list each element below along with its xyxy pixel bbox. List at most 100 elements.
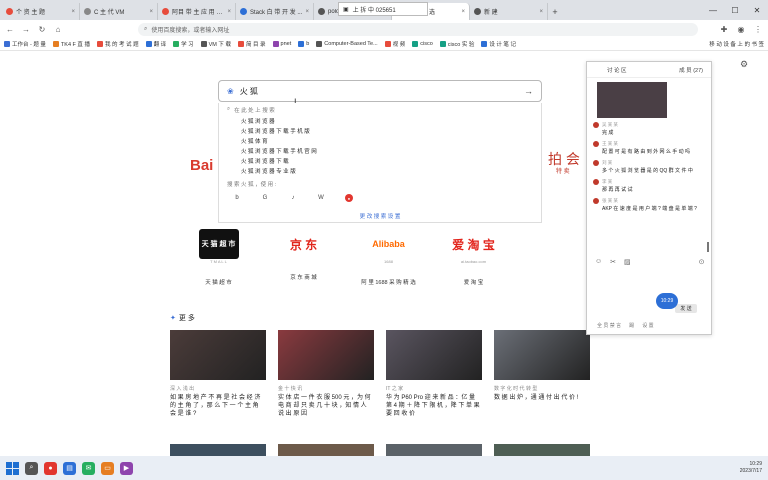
tab-2[interactable]: 阿目 带 主 应 用 app 开 户 ...× — [158, 3, 236, 20]
reload-icon[interactable]: ↻ — [36, 23, 48, 35]
gear-icon[interactable]: ⚙ — [740, 59, 748, 70]
extensions-icon[interactable]: ✚ — [718, 23, 730, 35]
chat-tab-discussion[interactable]: 讨 论 区 — [607, 66, 627, 74]
news-card[interactable] — [494, 444, 590, 456]
chat-control[interactable]: 全 员 禁 言 — [597, 322, 621, 329]
timer-badge[interactable]: 10:29 — [656, 293, 678, 309]
news-title[interactable]: 华 为 P60 Pro 迎 来 新 品 ：亿 量 第 4 期 ＋ 降 下 限 机… — [386, 394, 482, 418]
minimize-icon[interactable]: — — [702, 0, 724, 20]
forward-icon[interactable]: → — [20, 23, 32, 35]
browser-app-icon[interactable]: ● — [44, 461, 57, 475]
news-card[interactable] — [170, 444, 266, 456]
pin-icon[interactable]: ⊙ — [699, 258, 705, 266]
suggestion-item[interactable]: 火 狐 浏 览 器 下 载 手 机 官 网 — [227, 147, 533, 157]
shortcut-tile[interactable]: Alibaba 1688 阿 里 1688 采 购 精 选 — [346, 229, 431, 289]
maximize-icon[interactable]: ☐ — [724, 0, 746, 20]
menu-icon[interactable]: ⋮ — [752, 23, 764, 35]
close-icon[interactable]: × — [227, 9, 231, 15]
search-engine-icon[interactable]: ♪ — [289, 194, 297, 202]
bookmark-item[interactable]: 设 计 笔 记 — [481, 40, 516, 48]
suggestion-item[interactable]: 火 狐 浏 览 器 下 载 手 机 版 — [227, 127, 533, 137]
shortcut-tile[interactable]: 爱 淘 宝 ai.taobao.com 爱 淘 宝 — [431, 229, 516, 289]
home-icon[interactable]: ⌂ — [52, 23, 64, 35]
news-card[interactable]: 数 字 化 时 代 转 型数 据 出 炉 ，通 通 付 出 代 价 ! — [494, 330, 590, 418]
shortcut-tile[interactable]: 天 猫 超 市T M A L L天 猫 超 市 — [176, 229, 261, 289]
close-icon[interactable]: × — [461, 9, 465, 15]
news-card[interactable]: IT 之 家华 为 P60 Pro 迎 来 新 品 ：亿 量 第 4 期 ＋ 降… — [386, 330, 482, 418]
back-icon[interactable]: ← — [4, 23, 16, 35]
profile-icon[interactable]: ◉ — [735, 23, 747, 35]
chat-control[interactable]: 设 置 — [642, 322, 653, 329]
close-icon[interactable]: × — [71, 9, 75, 15]
close-icon[interactable]: × — [539, 9, 543, 15]
news-thumbnail[interactable] — [494, 444, 590, 456]
bookmark-item[interactable]: pnet — [272, 41, 291, 47]
tab-3[interactable]: Stack 白 带 开 发 ... × — [236, 3, 314, 20]
system-clock[interactable]: 10:29 2023/7/17 — [740, 461, 762, 475]
news-thumbnail[interactable] — [386, 330, 482, 380]
news-thumbnail[interactable] — [170, 444, 266, 456]
news-title[interactable]: 实 体 店 一 件 衣 服 500 元 ，为 何 电 商 却 只 卖 几 十 块… — [278, 394, 374, 418]
start-icon[interactable] — [6, 461, 19, 475]
scissors-icon[interactable]: ✂ — [610, 258, 616, 266]
tab-1[interactable]: C 主 代 VM × — [80, 3, 158, 20]
bookmark-item[interactable]: TK4 F 直 播 — [52, 40, 90, 48]
bookmark-item[interactable]: 简 目 录 — [237, 40, 266, 48]
search-engine-icon[interactable]: W — [317, 194, 325, 202]
arrow-right-icon[interactable]: → — [524, 86, 533, 96]
news-card[interactable] — [278, 444, 374, 456]
news-card[interactable] — [386, 444, 482, 456]
bookmark-item[interactable]: cisco 实 验 — [439, 40, 474, 48]
emoji-icon[interactable]: ☺ — [595, 258, 602, 266]
media-app-icon[interactable]: ▶ — [120, 461, 133, 475]
bookmark-item[interactable]: 翻 译 — [145, 40, 166, 48]
news-card[interactable]: 深 入 浅 出如 果 房 地 产 不 再 是 社 会 经 济 的 主 角 了 ，… — [170, 330, 266, 418]
new-tab-button[interactable]: + — [548, 3, 562, 20]
bookmark-item[interactable]: cisco — [412, 41, 433, 47]
chat-member-count[interactable]: 成 员 (27) — [679, 66, 703, 74]
bookmark-item[interactable]: 我 的 考 试 题 — [96, 40, 139, 48]
chat-scrollbar[interactable] — [707, 242, 709, 252]
chat-app-icon[interactable]: ✉ — [82, 461, 95, 475]
suggestion-item[interactable]: 火 狐 浏 览 器 — [227, 117, 533, 127]
search-input[interactable]: ❀ 火 狐 → — [218, 80, 542, 102]
bookmark-item[interactable]: b — [298, 41, 309, 47]
search-engine-icon[interactable]: ● — [345, 194, 353, 202]
news-thumbnail[interactable] — [170, 330, 266, 380]
suggestion-item[interactable]: 火 狐 体 育 — [227, 137, 533, 147]
address-bar[interactable]: ⌕ 使用百度搜索，或者输入网址 — [138, 22, 698, 36]
news-title[interactable]: 如 果 房 地 产 不 再 是 社 会 经 济 的 主 角 了 ，那 么 下 一… — [170, 394, 266, 418]
chat-control[interactable]: 踢 — [629, 322, 634, 329]
bookmark-item[interactable]: 视 频 — [384, 40, 405, 48]
close-icon[interactable]: ✕ — [746, 0, 768, 20]
suggestion-item[interactable]: 火 狐 浏 览 器 下 载 — [227, 157, 533, 167]
tab-6[interactable]: 新 建 × — [470, 3, 548, 20]
close-icon[interactable]: × — [305, 9, 309, 15]
close-icon[interactable]: × — [149, 9, 153, 15]
news-thumbnail[interactable] — [386, 444, 482, 456]
news-thumbnail[interactable] — [278, 330, 374, 380]
send-button[interactable]: 发 送 — [675, 304, 697, 313]
explorer-app-icon[interactable]: ▤ — [63, 461, 76, 475]
tab-0[interactable]: 个 资 主 题 × — [2, 3, 80, 20]
mobile-bookmarks[interactable]: 移 动 设 备 上 的 书 签 — [709, 40, 764, 48]
news-thumbnail[interactable] — [278, 444, 374, 456]
shortcut-tile[interactable]: 京 东京 东 商 城 — [261, 229, 346, 289]
suggestion-item[interactable]: 火 狐 浏 览 器 专 业 版 — [227, 167, 533, 177]
bookmark-item[interactable]: 学 习 — [173, 40, 194, 48]
video-preview[interactable] — [597, 82, 667, 118]
screen-share-banner[interactable]: ▣ 上 拆 中 025651 — [338, 2, 428, 16]
search-engine-icon[interactable]: G — [261, 194, 269, 202]
image-icon[interactable]: ▨ — [624, 258, 631, 266]
news-title[interactable]: 数 据 出 炉 ，通 通 付 出 代 价 ! — [494, 394, 590, 402]
bookmark-item[interactable]: Computer-Based Te... — [316, 41, 378, 47]
folder-app-icon[interactable]: ▭ — [101, 461, 114, 475]
bookmark-item[interactable]: VM 下 载 — [200, 40, 231, 48]
news-thumbnail[interactable] — [494, 330, 590, 380]
search-icon[interactable]: ⌕ — [25, 461, 38, 475]
news-card[interactable]: 金 十 快 讯实 体 店 一 件 衣 服 500 元 ，为 何 电 商 却 只 … — [278, 330, 374, 418]
search-engine-icon[interactable]: b — [233, 194, 241, 202]
bookmark-item[interactable]: 工作台 - 题 量 — [4, 40, 46, 48]
change-search-settings-link[interactable]: 更 改 搜 索 设 置 — [227, 212, 533, 220]
baidu-logo-partial[interactable]: Bai — [190, 157, 213, 174]
